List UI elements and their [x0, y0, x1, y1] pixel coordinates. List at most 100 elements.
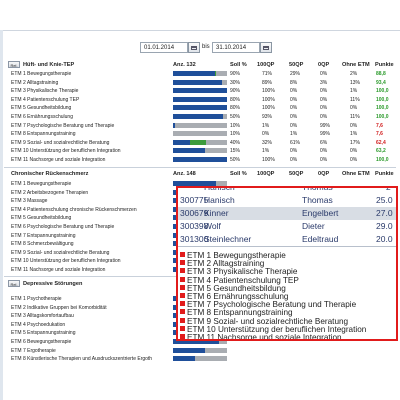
top-divider	[0, 30, 400, 31]
col-100qp: 100QP	[257, 62, 275, 68]
cell-100qp: 0%	[262, 131, 270, 138]
col-target: Soll %	[230, 62, 247, 68]
quality-bar	[173, 356, 227, 362]
section-title: Hüft- und Knie-TEP	[23, 62, 75, 68]
table-row[interactable]: ETM 11 Nachsorge und soziale Integration…	[0, 156, 400, 164]
row-label: ETM 3 Massage	[11, 198, 48, 205]
red-square-icon	[180, 334, 185, 339]
cell-target: 80%	[230, 96, 241, 103]
table-row[interactable]: ETM 6 Ernährungsschulung 50% 93% 0% 0% 11% 100…	[0, 113, 400, 121]
patient-value: 27.0	[376, 208, 393, 218]
cell-target: 10%	[230, 122, 241, 129]
cell-points: 62,4	[376, 139, 386, 146]
cell-50qp: 0%	[290, 157, 298, 163]
row-label: ETM 11 Nachsorge und soziale Integration	[11, 157, 106, 163]
bar-fill-100qp	[173, 96, 227, 102]
red-square-icon	[180, 301, 185, 307]
rel-button[interactable]: Rel.	[8, 280, 20, 287]
patient-row[interactable]: 300775 Hanisch Thomas 25.0	[178, 194, 396, 207]
calendar-icon	[263, 46, 269, 50]
row-label: ETM 1 Psychotherapie	[11, 296, 62, 302]
cell-target: 90%	[230, 88, 241, 95]
row-label: ETM 4 Patientenschulung TEP	[11, 96, 80, 103]
row-label: ETM 2 Arbeitsbezogene Therapien	[11, 189, 89, 196]
cell-0qp: 0%	[320, 157, 328, 163]
col-count: Anz. 148	[173, 171, 196, 177]
col-ohne-etm: Ohne ETM	[342, 171, 370, 177]
patient-value: 25.0	[376, 195, 393, 205]
patient-popup[interactable]: Hanisch Thomas 2 300775 Hanisch Thomas 25.0…	[176, 186, 398, 341]
table-row[interactable]: ETM 5 Gesundheitsbildung 80% 100% 0% 0% 0% 100…	[0, 104, 400, 112]
cell-100qp: 100%	[262, 157, 275, 163]
cell-50qp: 0%	[290, 114, 298, 120]
bar-fill-100qp	[173, 139, 191, 145]
patient-last-name: Kinner	[204, 208, 229, 218]
red-square-icon	[180, 309, 185, 315]
cell-50qp: 61%	[290, 139, 301, 146]
cell-0qp: 0%	[320, 96, 328, 103]
patient-value: 20.0	[376, 234, 393, 244]
quality-bar	[173, 96, 227, 102]
date-from-field[interactable]: 01.01.2014	[140, 42, 188, 53]
patient-last-name: Wolf	[204, 221, 221, 231]
col-100qp: 100QP	[257, 171, 275, 177]
table-row[interactable]: ETM 2 Alltagstraining 30% 89% 8% 3% 13% 93,4	[0, 79, 400, 87]
row-label: ETM 2 Alltagstraining	[11, 79, 59, 86]
table-row[interactable]: ETM 1 Bewegungstherapie 90% 71% 29% 0% 2% 88,8	[0, 70, 400, 78]
row-label: ETM 5 Gesundheitsbildung	[11, 105, 72, 112]
quality-bar	[173, 122, 227, 128]
patient-last-name: Steinlechner	[204, 234, 252, 244]
cell-points: 88,8	[376, 71, 386, 77]
patient-row[interactable]: 301300 Steinlechner Edeltraud 20.0	[178, 233, 396, 246]
col-ohne-etm: Ohne ETM	[342, 62, 370, 68]
red-square-icon	[180, 293, 185, 298]
date-to-calendar-button[interactable]	[260, 42, 272, 53]
red-square-icon	[180, 260, 185, 266]
bar-fill-100qp	[173, 148, 206, 154]
section-title: Depressive Störungen	[23, 281, 83, 287]
bar-fill-100qp	[173, 347, 206, 353]
cell-100qp: 100%	[262, 96, 275, 103]
cell-0qp: 99%	[320, 131, 331, 138]
table-row[interactable]: ETM 8 Künstlerische Therapien und Ausdru…	[0, 355, 400, 363]
cell-100qp: 1%	[262, 122, 270, 129]
date-from-calendar-button[interactable]	[188, 42, 200, 53]
bar-fill-100qp	[173, 105, 227, 111]
cell-target: 30%	[230, 79, 241, 86]
cell-points: 63,2	[376, 148, 386, 155]
red-square-icon	[180, 284, 185, 290]
cell-0qp: 0%	[320, 105, 328, 112]
bar-fill-100qp	[173, 114, 224, 119]
rel-button[interactable]: Rel.	[8, 61, 20, 68]
etm-list-item[interactable]: ETM 11 Nachsorge und soziale Integration	[180, 333, 342, 339]
patient-row[interactable]: 300679 Kinner Engelbert 27.0	[178, 207, 396, 220]
patient-row[interactable]: 300398 Wolf Dieter 29.0	[178, 220, 396, 233]
cell-ohne-etm: 2%	[350, 71, 358, 77]
table-row[interactable]: ETM 10 Unterstützung der beruflichen Int…	[0, 147, 400, 155]
row-label: ETM 1 Bewegungstherapie	[11, 181, 72, 187]
table-row[interactable]: ETM 7 Ergotherapie	[0, 347, 400, 355]
row-label: ETM 7 Ergotherapie	[11, 347, 56, 354]
cell-points: 100,0	[376, 105, 389, 112]
row-label: ETM 6 Psychologische Beratung und Therap…	[11, 224, 115, 230]
table-row[interactable]: ETM 3 Physikalische Therapie 90% 100% 0% 0% 1…	[0, 87, 400, 95]
table-row[interactable]: ETM 9 Sozial- und sozialrechtliche Berat…	[0, 139, 400, 147]
patient-first-name: Engelbert	[302, 208, 339, 218]
table-row[interactable]: ETM 7 Psychologische Beratung und Therap…	[0, 122, 400, 130]
cell-0qp: 0%	[320, 88, 328, 95]
table-row[interactable]: ETM 8 Entspannungstraining 10% 0% 1% 99% 1% 7,…	[0, 130, 400, 138]
patient-row-partial[interactable]: Hanisch Thomas 2	[178, 188, 396, 194]
bar-fill-50qp	[215, 71, 217, 76]
date-to-field[interactable]: 31.10.2014	[212, 42, 260, 53]
table-row[interactable]: ETM 4 Patientenschulung TEP 80% 100% 0% 0% 11…	[0, 96, 400, 104]
cell-ohne-etm: 17%	[350, 139, 361, 146]
cell-ohne-etm: 1%	[350, 131, 358, 138]
quality-bar	[173, 148, 227, 154]
row-label: ETM 10 Unterstützung der beruflichen Int…	[11, 258, 121, 265]
cell-target: 90%	[230, 71, 241, 77]
bar-fill-100qp	[173, 157, 227, 162]
cell-points: 100,0	[376, 96, 389, 103]
col-points: Punkte	[375, 171, 394, 177]
cell-0qp: 6%	[320, 139, 328, 146]
row-label: ETM 11 Nachsorge und soziale Integration	[11, 267, 106, 273]
